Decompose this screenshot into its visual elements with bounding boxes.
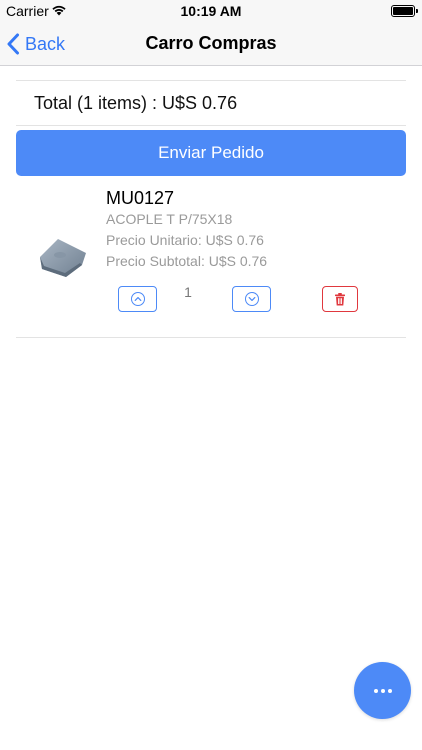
product-image (40, 239, 86, 277)
trash-icon (335, 292, 345, 305)
cart-total: Total (1 items) : U$S 0.76 (34, 93, 238, 113)
increase-quantity-button[interactable] (118, 286, 157, 312)
divider-top (16, 80, 406, 81)
item-subtotal: Precio Subtotal: U$S 0.76 (106, 253, 268, 269)
send-order-button[interactable]: Enviar Pedido (16, 130, 406, 176)
divider-total (16, 125, 406, 126)
divider-item (16, 337, 406, 338)
delete-item-button[interactable] (322, 286, 358, 312)
item-quantity: 1 (184, 284, 192, 300)
navigation-bar: Back Carro Compras (0, 22, 422, 66)
battery-tip (416, 9, 418, 13)
page-title: Carro Compras (145, 33, 277, 53)
item-description: ACOPLE T P/75X18 (106, 211, 233, 227)
item-code: MU0127 (106, 188, 175, 208)
more-dots-icon (373, 688, 392, 693)
battery-icon (391, 5, 415, 17)
decrease-quantity-button[interactable] (232, 286, 271, 312)
item-unit-price: Precio Unitario: U$S 0.76 (106, 232, 264, 248)
chevron-up-circle-icon (130, 292, 145, 306)
status-time: 10:19 AM (180, 3, 242, 19)
more-options-button[interactable] (354, 662, 411, 719)
chevron-down-circle-icon (244, 292, 259, 306)
status-bar: Carrier 10:19 AM (0, 0, 422, 22)
